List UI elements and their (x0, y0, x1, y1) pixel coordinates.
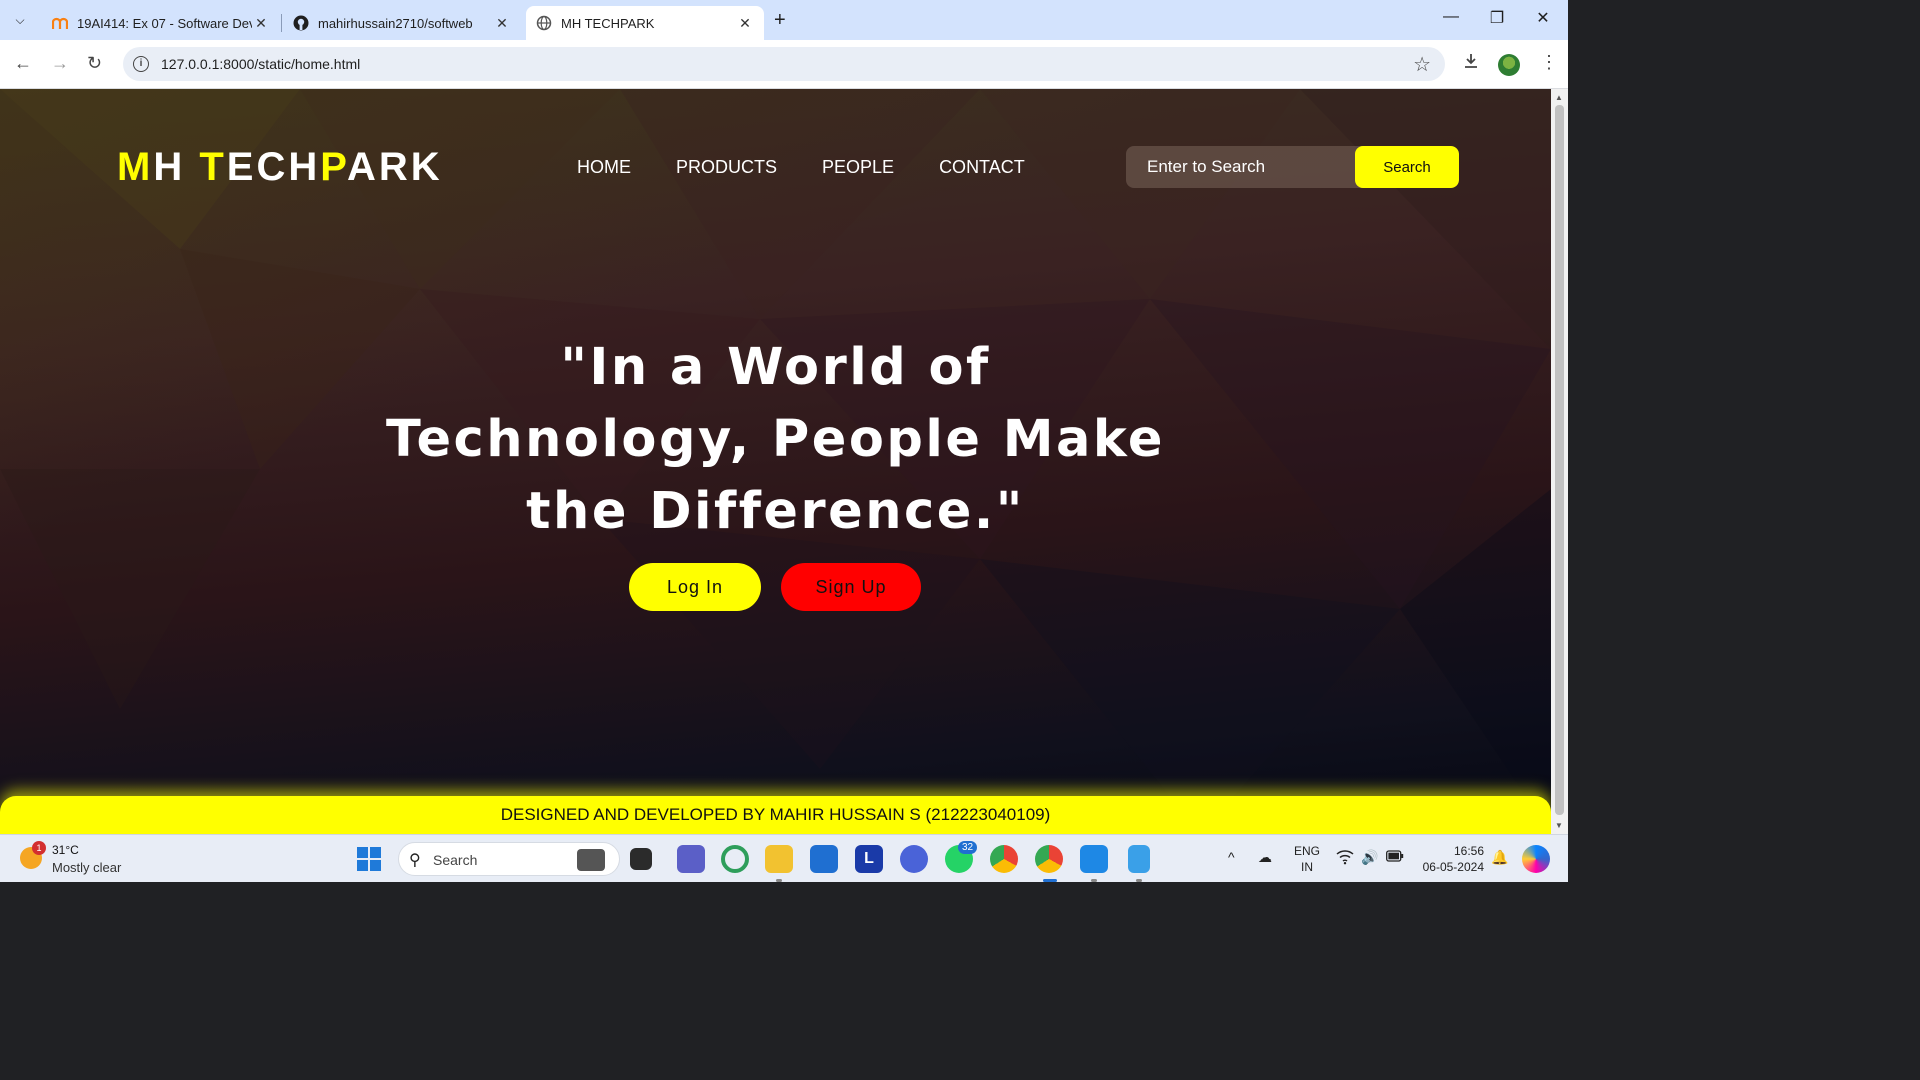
browser-toolbar: ← → ↻ i 127.0.0.1:8000/static/home.html … (0, 40, 1568, 89)
logo-letters-ech: ECH (226, 145, 321, 189)
tab-title: 19AI414: Ex 07 - Software Deve (77, 15, 252, 31)
logo-letter-p: P (320, 145, 347, 189)
running-indicator (1091, 879, 1097, 882)
back-arrow-icon[interactable]: ← (14, 53, 32, 74)
github-icon (293, 15, 309, 31)
chevron-down-icon: ⌵ (15, 12, 25, 27)
battery-icon[interactable] (1386, 849, 1404, 865)
windows-taskbar: 1 31°C Mostly clear ⚲ Search L 32 ^ ☁ EN… (0, 834, 1568, 882)
copilot-ring-icon[interactable] (721, 845, 749, 873)
moodle-icon (52, 15, 68, 31)
search-highlight-camera-icon (577, 849, 605, 871)
running-indicator (1136, 879, 1142, 882)
search-icon: ⚲ (409, 852, 421, 869)
tab-bar: ⌵ 19AI414: Ex 07 - Software Deve ✕ mahir… (0, 0, 1568, 40)
profile-avatar[interactable] (1498, 54, 1520, 76)
site-search-input[interactable] (1126, 146, 1355, 188)
close-icon[interactable]: ✕ (493, 15, 511, 32)
url-text[interactable]: 127.0.0.1:8000/static/home.html (161, 56, 360, 72)
whatsapp-badge: 32 (958, 841, 978, 854)
site-footer: DESIGNED AND DEVELOPED BY MAHIR HUSSAIN … (0, 796, 1551, 834)
teams-icon[interactable] (677, 845, 705, 873)
microsoft-store-icon[interactable] (810, 845, 838, 873)
login-button[interactable]: Log In (629, 563, 761, 611)
nav-people[interactable]: PEOPLE (822, 157, 894, 178)
language-indicator[interactable]: ENG IN (1294, 843, 1320, 875)
vscode-icon[interactable] (1080, 845, 1108, 873)
hero-line-1: "In a World of (560, 338, 991, 397)
nav-products[interactable]: PRODUCTS (676, 157, 777, 178)
notepad-icon[interactable] (1128, 845, 1150, 873)
site-info-icon[interactable]: i (133, 56, 149, 72)
tab-github[interactable]: mahirhussain2710/softweb ✕ (283, 6, 521, 40)
notification-bell-icon[interactable]: 🔔 (1491, 849, 1508, 866)
main-nav: HOME PRODUCTS PEOPLE CONTACT (577, 157, 1025, 178)
address-bar[interactable]: i 127.0.0.1:8000/static/home.html ☆ (123, 47, 1445, 81)
tray-overflow-chevron-icon[interactable]: ^ (1228, 849, 1235, 865)
hero-quote: "In a World of Technology, People Make t… (0, 332, 1551, 548)
menu-kebab-icon[interactable]: ⋮ (1540, 52, 1558, 73)
logo-letter-t: T (199, 145, 227, 189)
volume-icon[interactable]: 🔊 (1361, 849, 1378, 866)
lang-code: ENG (1294, 844, 1321, 858)
scrollbar-thumb[interactable] (1555, 105, 1564, 815)
page-viewport: MH TECHPARK HOME PRODUCTS PEOPLE CONTACT… (0, 89, 1551, 834)
restore-icon[interactable]: ❐ (1487, 8, 1507, 28)
nav-contact[interactable]: CONTACT (939, 157, 1025, 178)
clock-time: 16:56 (1453, 844, 1484, 858)
close-icon[interactable]: ✕ (736, 15, 754, 32)
nav-home[interactable]: HOME (577, 157, 631, 178)
weather-widget[interactable]: 1 31°C Mostly clear (18, 841, 138, 877)
signup-button[interactable]: Sign Up (781, 563, 921, 611)
minimize-icon[interactable]: — (1441, 8, 1461, 26)
tab-title: mahirhussain2710/softweb (318, 15, 473, 31)
logo-letter-m: M (117, 145, 154, 189)
tab-separator (281, 14, 282, 32)
lang-region: IN (1301, 860, 1313, 874)
logo-letters-ark: ARK (346, 145, 443, 189)
weather-temp: 31°C (52, 843, 79, 857)
close-window-icon[interactable]: ✕ (1533, 8, 1553, 28)
wifi-icon[interactable] (1336, 849, 1354, 868)
weather-badge: 1 (32, 841, 46, 855)
site-search: Search (1126, 146, 1459, 188)
download-icon[interactable] (1462, 52, 1480, 75)
task-view-icon[interactable] (630, 848, 652, 870)
arc-app-icon[interactable] (900, 845, 928, 873)
tab-search-button[interactable]: ⌵ (7, 7, 33, 33)
running-indicator (776, 879, 782, 882)
file-explorer-icon[interactable] (765, 845, 793, 873)
logo-letter-h: H (153, 145, 186, 189)
hero-line-2: Technology, People Make (385, 410, 1166, 469)
copilot-icon[interactable] (1522, 845, 1550, 873)
l-app-icon[interactable]: L (855, 845, 883, 873)
network-error-icon[interactable]: ☁ (1258, 849, 1272, 866)
taskbar-search[interactable]: ⚲ Search (398, 842, 620, 876)
system-clock[interactable]: 16:56 06-05-2024 (1416, 843, 1484, 875)
close-icon[interactable]: ✕ (252, 15, 270, 32)
taskbar-search-label: Search (433, 852, 478, 868)
forward-arrow-icon[interactable]: → (51, 53, 69, 74)
page-scrollbar[interactable]: ▲ ▼ (1551, 89, 1568, 834)
chrome-icon[interactable] (990, 845, 1018, 873)
site-search-button[interactable]: Search (1355, 146, 1459, 188)
tab-mh-techpark[interactable]: MH TECHPARK ✕ (526, 6, 764, 40)
bookmark-star-icon[interactable]: ☆ (1413, 52, 1431, 77)
hero-line-3: the Difference." (526, 482, 1025, 541)
tab-title: MH TECHPARK (561, 15, 655, 31)
clock-date: 06-05-2024 (1422, 860, 1484, 874)
chrome-profile-icon[interactable] (1035, 845, 1063, 873)
windows-start-icon[interactable] (357, 847, 381, 871)
scroll-down-arrow-icon[interactable]: ▼ (1555, 821, 1563, 830)
new-tab-plus-icon[interactable]: + (774, 9, 786, 32)
scroll-up-arrow-icon[interactable]: ▲ (1555, 93, 1563, 102)
site-logo[interactable]: MH TECHPARK (117, 145, 443, 190)
tab-moodle[interactable]: 19AI414: Ex 07 - Software Deve ✕ (42, 6, 280, 40)
globe-icon (536, 15, 552, 31)
weather-condition: Mostly clear (52, 860, 122, 875)
reload-icon[interactable]: ↻ (87, 53, 102, 74)
active-indicator (1043, 879, 1057, 882)
